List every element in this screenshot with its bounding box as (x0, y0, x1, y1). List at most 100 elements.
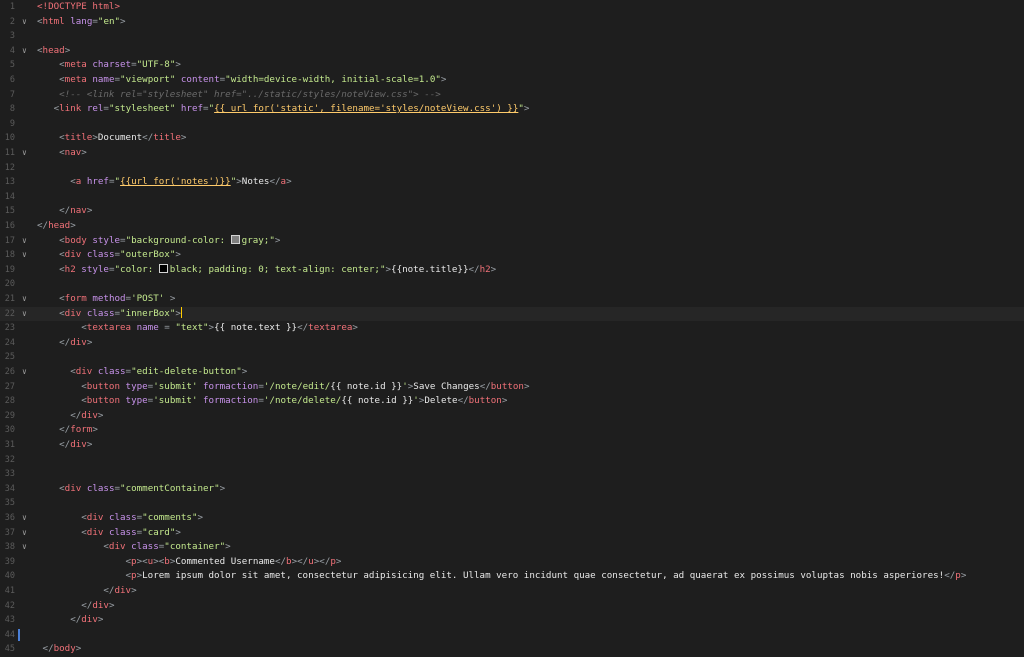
code-line[interactable]: 6 <meta name="viewport" content="width=d… (0, 73, 1024, 88)
code-token: form (70, 424, 93, 436)
code-token: div (64, 307, 82, 319)
code-line[interactable]: 7 <!-- <link rel="stylesheet" href="../s… (0, 88, 1024, 103)
code-line[interactable]: 1 <!DOCTYPE html> (0, 0, 1024, 15)
code-line[interactable]: 37 ∨ <div class="card"> (0, 526, 1024, 541)
code-line[interactable]: 44 (0, 628, 1024, 643)
code-line[interactable]: 39 <p><u><b>Commented Username</b></u></… (0, 555, 1024, 570)
code-line[interactable]: 23 <textarea name = "text">{{ note.text … (0, 321, 1024, 336)
code-line[interactable]: 43 </div> (0, 613, 1024, 628)
code-line[interactable]: 3 (0, 29, 1024, 44)
code-token: > (352, 322, 358, 334)
code-token: button (86, 395, 120, 407)
code-line[interactable]: 42 </div> (0, 599, 1024, 614)
code-line[interactable]: 38 ∨ <div class="container"> (0, 540, 1024, 555)
code-line[interactable]: 2 ∨ <html lang="en"> (0, 15, 1024, 30)
code-line[interactable]: 8 <link rel="stylesheet" href="{{ url_fo… (0, 102, 1024, 117)
code-line[interactable]: 9 (0, 117, 1024, 132)
code-token: class (103, 526, 137, 538)
line-number: 3 (9, 31, 15, 42)
line-code: <head> (37, 44, 70, 59)
line-number: 17 (4, 235, 15, 246)
line-number: 6 (9, 75, 15, 85)
fold-chevron-icon[interactable]: ∨ (22, 526, 27, 541)
line-number: 41 (4, 586, 15, 596)
code-line[interactable]: 35 (0, 496, 1024, 511)
code-line[interactable]: 5 <meta charset="UTF-8"> (0, 58, 1024, 73)
code-line[interactable]: 26 ∨ <div class="edit-delete-button"> (0, 365, 1024, 380)
code-token: body (53, 643, 76, 655)
code-line[interactable]: 36 ∨ <div class="comments"> (0, 511, 1024, 526)
code-line[interactable]: 33 (0, 467, 1024, 482)
fold-chevron-icon[interactable]: ∨ (22, 307, 27, 322)
code-line[interactable]: 29 </div> (0, 409, 1024, 424)
code-line[interactable]: 22 ∨ <div class="innerBox"> (0, 306, 1024, 322)
code-token: type (120, 395, 148, 407)
code-line[interactable]: 28 <button type='submit' formaction='/no… (0, 394, 1024, 409)
code-line[interactable]: 17 ∨ <body style="background-color: gray;… (0, 234, 1024, 249)
line-number: 2 (9, 16, 15, 27)
fold-chevron-icon[interactable]: ∨ (22, 365, 27, 380)
code-line[interactable]: 31 </div> (0, 438, 1024, 453)
code-token: < (37, 482, 65, 494)
code-token: name (131, 322, 159, 334)
fold-chevron-icon[interactable]: ∨ (22, 511, 27, 526)
code-token: body (64, 234, 87, 246)
code-line[interactable]: 20 (0, 277, 1024, 292)
code-line[interactable]: 30 </form> (0, 423, 1024, 438)
fold-chevron-icon[interactable]: ∨ (22, 292, 27, 307)
code-line[interactable]: 41 </div> (0, 584, 1024, 599)
code-token: "commentContainer" (120, 482, 220, 494)
code-token: content (175, 74, 220, 85)
line-code: <h2 style="color: black; padding: 0; tex… (37, 263, 496, 278)
code-token: nav (70, 205, 87, 217)
code-token: div (114, 585, 132, 596)
code-line[interactable]: 12 (0, 161, 1024, 176)
code-token: </ (457, 395, 469, 407)
line-code: <div class="edit-delete-button"> (37, 365, 247, 380)
code-line[interactable]: 24 </div> (0, 336, 1024, 351)
fold-chevron-icon[interactable]: ∨ (22, 540, 27, 555)
code-line[interactable]: 13 <a href="{{url_for('notes')}}">Notes<… (0, 175, 1024, 190)
code-line[interactable]: 34 <div class="commentContainer"> (0, 482, 1024, 497)
fold-chevron-icon[interactable]: ∨ (22, 44, 27, 59)
line-number: 11 (4, 148, 15, 158)
code-line[interactable]: 14 (0, 190, 1024, 205)
code-line[interactable]: 40 <p>Lorem ipsum dolor sit amet, consec… (0, 569, 1024, 584)
code-line[interactable]: 32 (0, 453, 1024, 468)
code-token: </ (37, 599, 93, 611)
color-swatch-icon[interactable] (158, 263, 168, 273)
code-token: < (37, 59, 65, 71)
fold-chevron-icon[interactable]: ∨ (22, 248, 27, 263)
line-number: 24 (4, 337, 15, 348)
line-number: 37 (4, 527, 15, 538)
code-line[interactable]: 19 <h2 style="color: black; padding: 0; … (0, 263, 1024, 278)
code-line[interactable]: 25 (0, 350, 1024, 365)
line-number: 25 (4, 352, 15, 363)
code-token: </ (269, 176, 281, 188)
code-token: title (153, 132, 181, 144)
code-token: Delete (424, 395, 458, 407)
line-number: 5 (9, 60, 15, 71)
line-number: 35 (4, 498, 15, 509)
code-line[interactable]: 15 </nav> (0, 204, 1024, 219)
code-line[interactable]: 27 <button type='submit' formaction='/no… (0, 380, 1024, 395)
code-token: < (37, 541, 109, 553)
code-token: lang (64, 15, 93, 27)
line-number: 8 (9, 104, 15, 115)
code-token: "text" (175, 322, 209, 334)
color-swatch-icon[interactable] (230, 234, 240, 244)
line-number: 16 (4, 221, 15, 231)
fold-chevron-icon[interactable]: ∨ (22, 146, 27, 161)
code-token: = (158, 322, 176, 334)
code-line[interactable]: 18 ∨ <div class="outerBox"> (0, 248, 1024, 263)
fold-chevron-icon[interactable]: ∨ (22, 15, 27, 30)
line-number: 14 (4, 191, 15, 202)
code-line[interactable]: 10 <title>Document</title> (0, 131, 1024, 146)
code-line[interactable]: 11 ∨ <nav> (0, 146, 1024, 161)
code-line[interactable]: 16 </head> (0, 219, 1024, 234)
code-line[interactable]: 4 ∨ <head> (0, 44, 1024, 59)
code-token: meta (64, 59, 87, 71)
code-editor[interactable]: 1 <!DOCTYPE html> 2 ∨ <html lang="en"> 3 4 ∨ <he… (0, 0, 1024, 655)
code-line[interactable]: 21 ∨ <form method='POST' > (0, 292, 1024, 307)
fold-chevron-icon[interactable]: ∨ (22, 234, 27, 249)
